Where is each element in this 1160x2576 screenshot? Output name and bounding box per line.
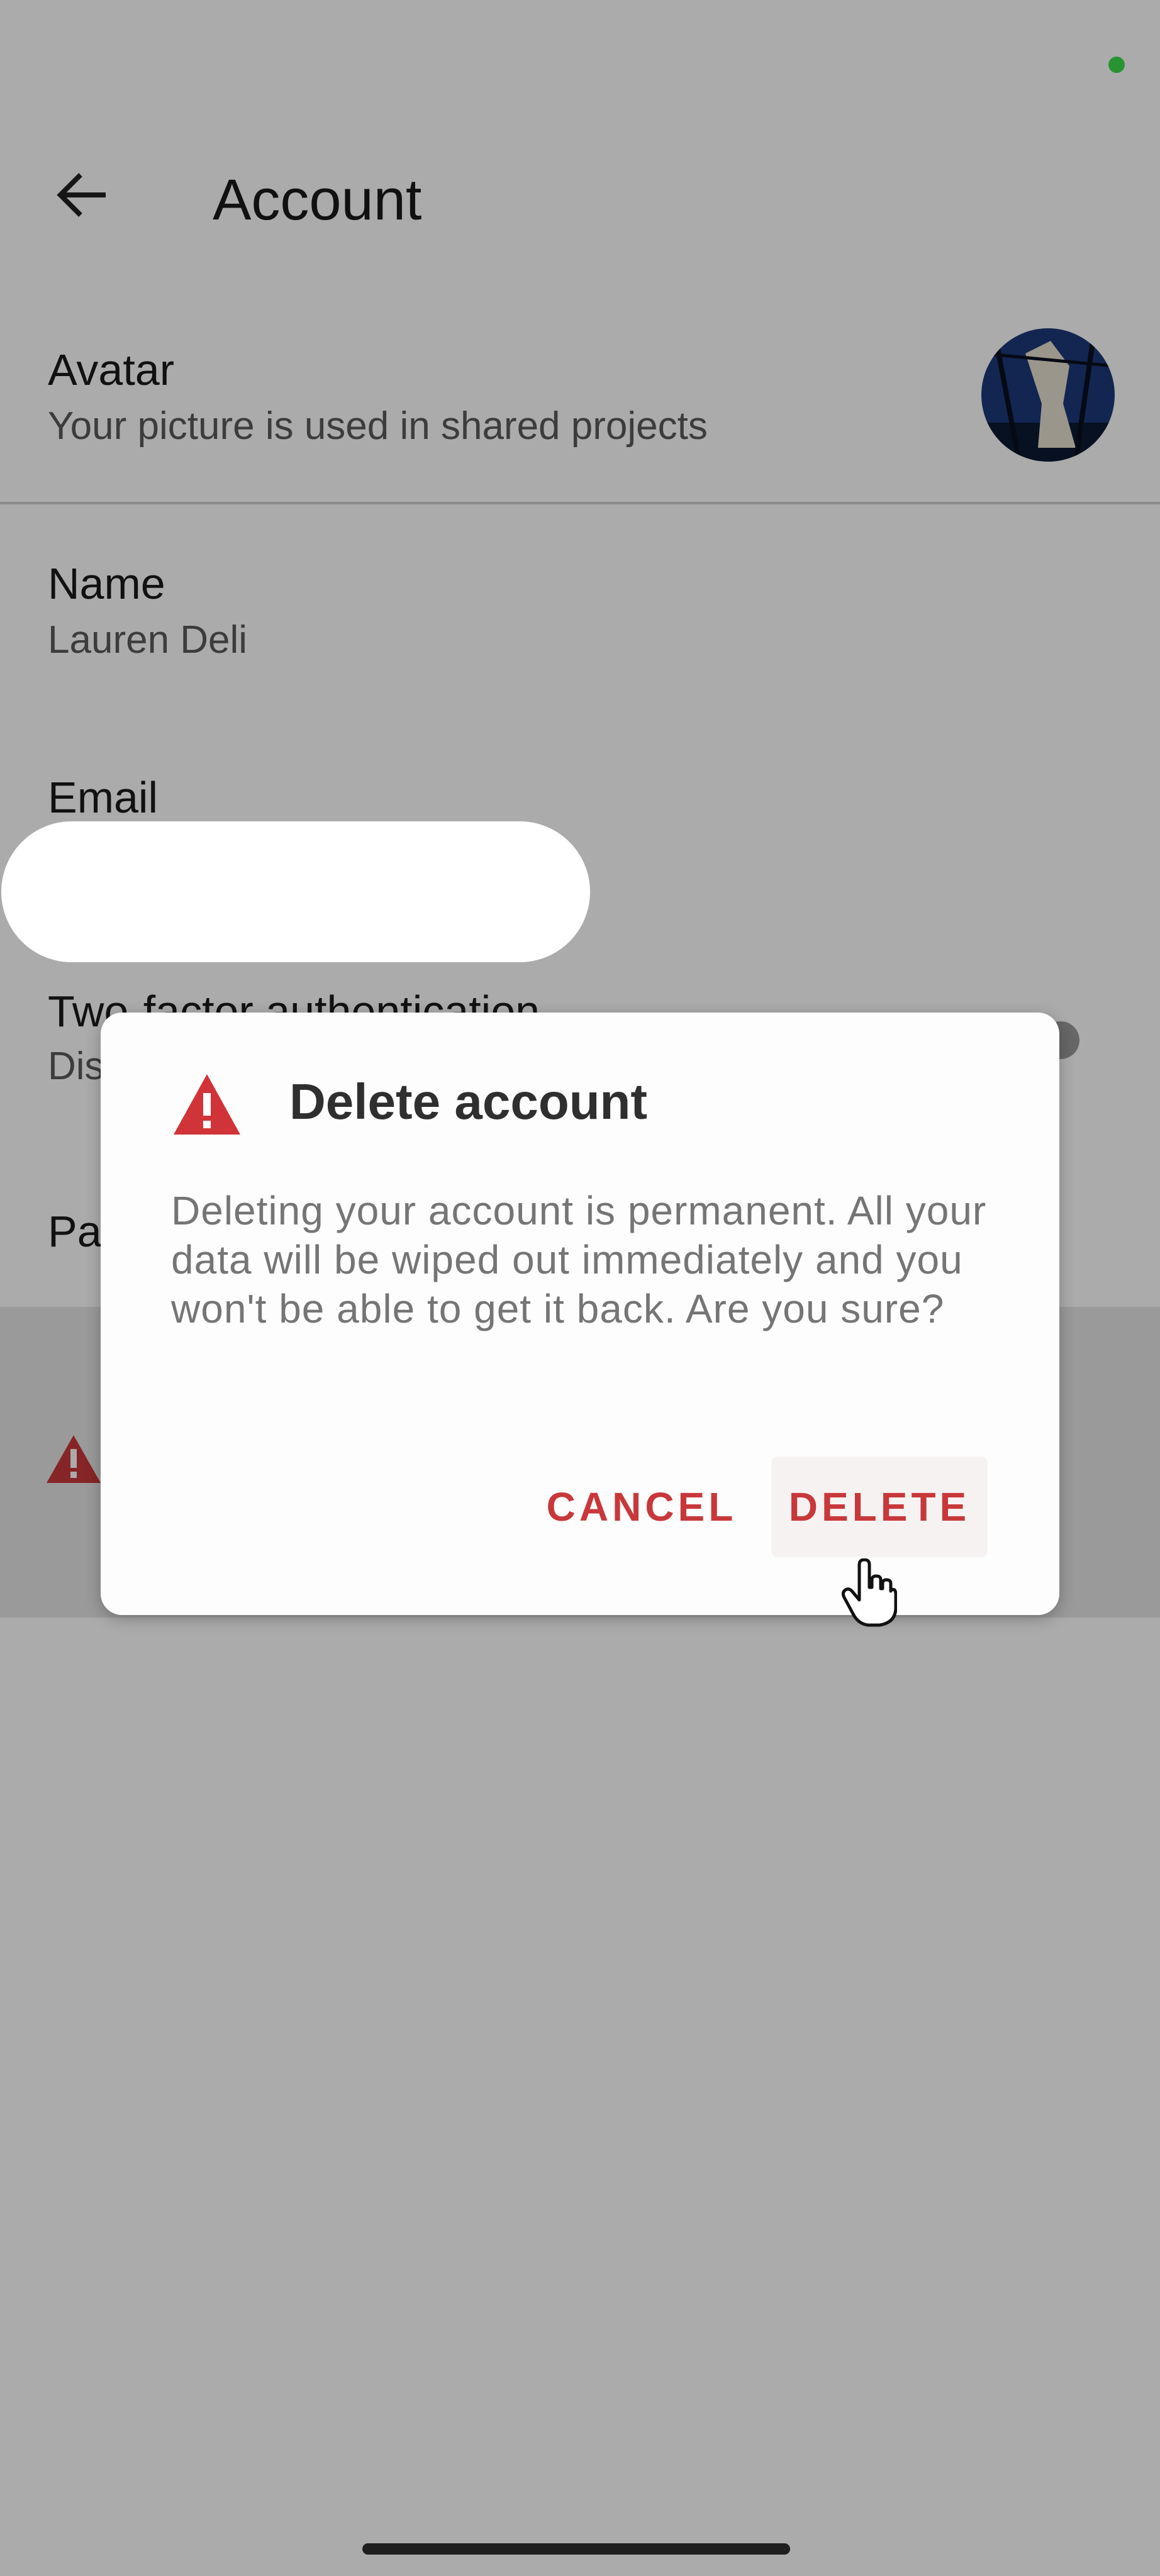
home-indicator[interactable] <box>362 2543 790 2555</box>
email-redaction <box>1 821 590 962</box>
warning-triangle-icon <box>174 1074 240 1135</box>
cancel-button[interactable]: CANCEL <box>535 1457 749 1557</box>
dialog-title: Delete account <box>289 1074 648 1130</box>
delete-button[interactable]: DELETE <box>771 1457 988 1557</box>
hand-cursor-icon <box>841 1558 897 1627</box>
dialog-message: Deleting your account is permanent. All … <box>171 1188 987 1331</box>
delete-account-dialog: Delete account Deleting your account is … <box>101 1013 1059 1615</box>
